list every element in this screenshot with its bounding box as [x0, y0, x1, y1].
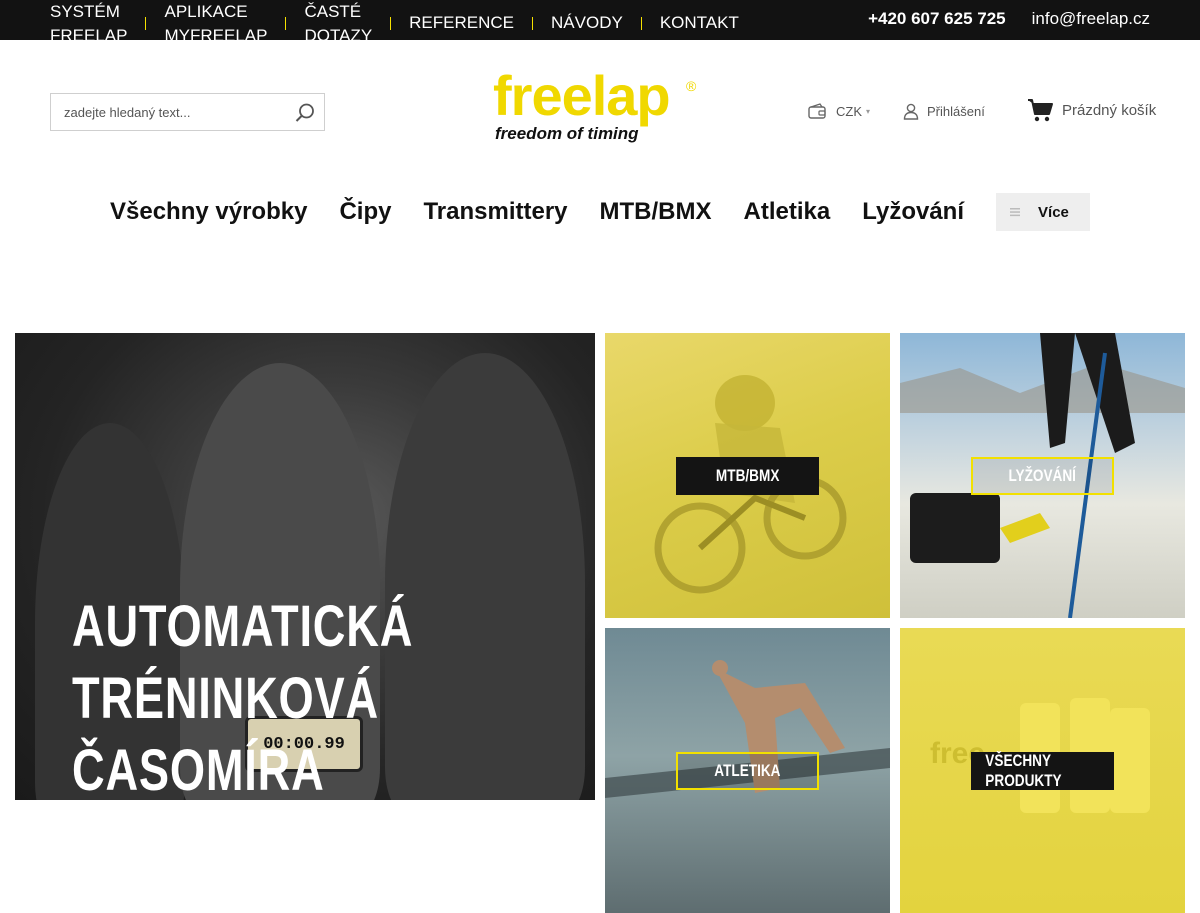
user-icon [903, 103, 919, 120]
logo-registered-mark: ® [686, 78, 697, 94]
top-bar: SYSTÉM FREELAP APLIKACE MYFREELAP ČASTÉ … [0, 0, 1200, 45]
logo-tagline: freedom of timing [495, 124, 639, 143]
cart-label: Prázdný košík [1062, 102, 1157, 119]
nav-mtb-bmx[interactable]: MTB/BMX [600, 194, 712, 230]
nav-separator [285, 17, 287, 30]
main-navigation: Všechny výrobky Čipy Transmittery MTB/BM… [110, 193, 1091, 231]
nav-separator [532, 17, 534, 30]
nav-separator [390, 17, 392, 30]
tile-label: ATLETIKA [676, 752, 819, 790]
tile-skiing[interactable]: LYŽOVÁNÍ [900, 333, 1185, 618]
top-contact: +420 607 625 725 info@freelap.cz [868, 8, 1150, 30]
top-nav-caste-dotazy[interactable]: ČASTÉ DOTAZY [304, 0, 372, 48]
email-link[interactable]: info@freelap.cz [1032, 8, 1150, 30]
chevron-down-icon: ▾ [866, 107, 871, 116]
top-nav-reference[interactable]: REFERENCE [409, 0, 514, 35]
search-box [50, 93, 325, 131]
search-input[interactable] [51, 104, 281, 120]
tile-mtb-bmx[interactable]: MTB/BMX [605, 333, 890, 618]
nav-transmitters[interactable]: Transmittery [423, 194, 567, 230]
nav-separator [145, 17, 147, 30]
login-link[interactable]: Přihlášení [903, 103, 985, 120]
currency-label: CZK [836, 104, 862, 119]
search-icon[interactable] [294, 102, 316, 124]
top-nav-kontakt[interactable]: KONTAKT [660, 0, 739, 35]
hero-person-right [385, 353, 585, 800]
more-label: Více [1038, 203, 1069, 221]
logo-wordmark: freelap [493, 64, 671, 127]
nav-athletics[interactable]: Atletika [744, 194, 831, 230]
tile-label: MTB/BMX [676, 457, 819, 495]
tile-athletics[interactable]: ATLETIKA [605, 628, 890, 913]
nav-all-products[interactable]: Všechny výrobky [110, 194, 307, 230]
top-nav-aplikace[interactable]: APLIKACE MYFREELAP [164, 0, 267, 48]
nav-skiing[interactable]: Lyžování [862, 194, 964, 230]
login-label: Přihlášení [927, 104, 985, 119]
hero-title: AUTOMATICKÁ TRÉNINKOVÁ ČASOMÍRA [72, 594, 414, 800]
hero-banner[interactable]: 00:00.99 AUTOMATICKÁ TRÉNINKOVÁ ČASOMÍRA [15, 333, 595, 800]
currency-selector[interactable]: CZK ▾ [808, 103, 870, 120]
top-nav-navody[interactable]: NÁVODY [551, 0, 623, 35]
tile-label: VŠECHNY PRODUKTY [971, 751, 1114, 790]
wallet-icon [808, 103, 826, 119]
phone-link[interactable]: +420 607 625 725 [868, 8, 1006, 30]
more-menu-button[interactable]: Více [996, 193, 1091, 231]
freelap-logo[interactable]: freelap ® freedom of timing [493, 66, 708, 148]
menu-icon [1010, 208, 1021, 217]
cart-link[interactable]: Prázdný košík [1027, 98, 1156, 123]
nav-separator [640, 17, 642, 30]
nav-chips[interactable]: Čipy [339, 194, 391, 230]
tile-all-products[interactable]: free VŠECHNY PRODUKTY [900, 628, 1185, 913]
tile-label: LYŽOVÁNÍ [971, 457, 1114, 495]
top-nav-system-freelap[interactable]: SYSTÉM FREELAP [50, 0, 127, 48]
top-navigation: SYSTÉM FREELAP APLIKACE MYFREELAP ČASTÉ … [50, 0, 739, 48]
cart-icon [1028, 99, 1053, 122]
